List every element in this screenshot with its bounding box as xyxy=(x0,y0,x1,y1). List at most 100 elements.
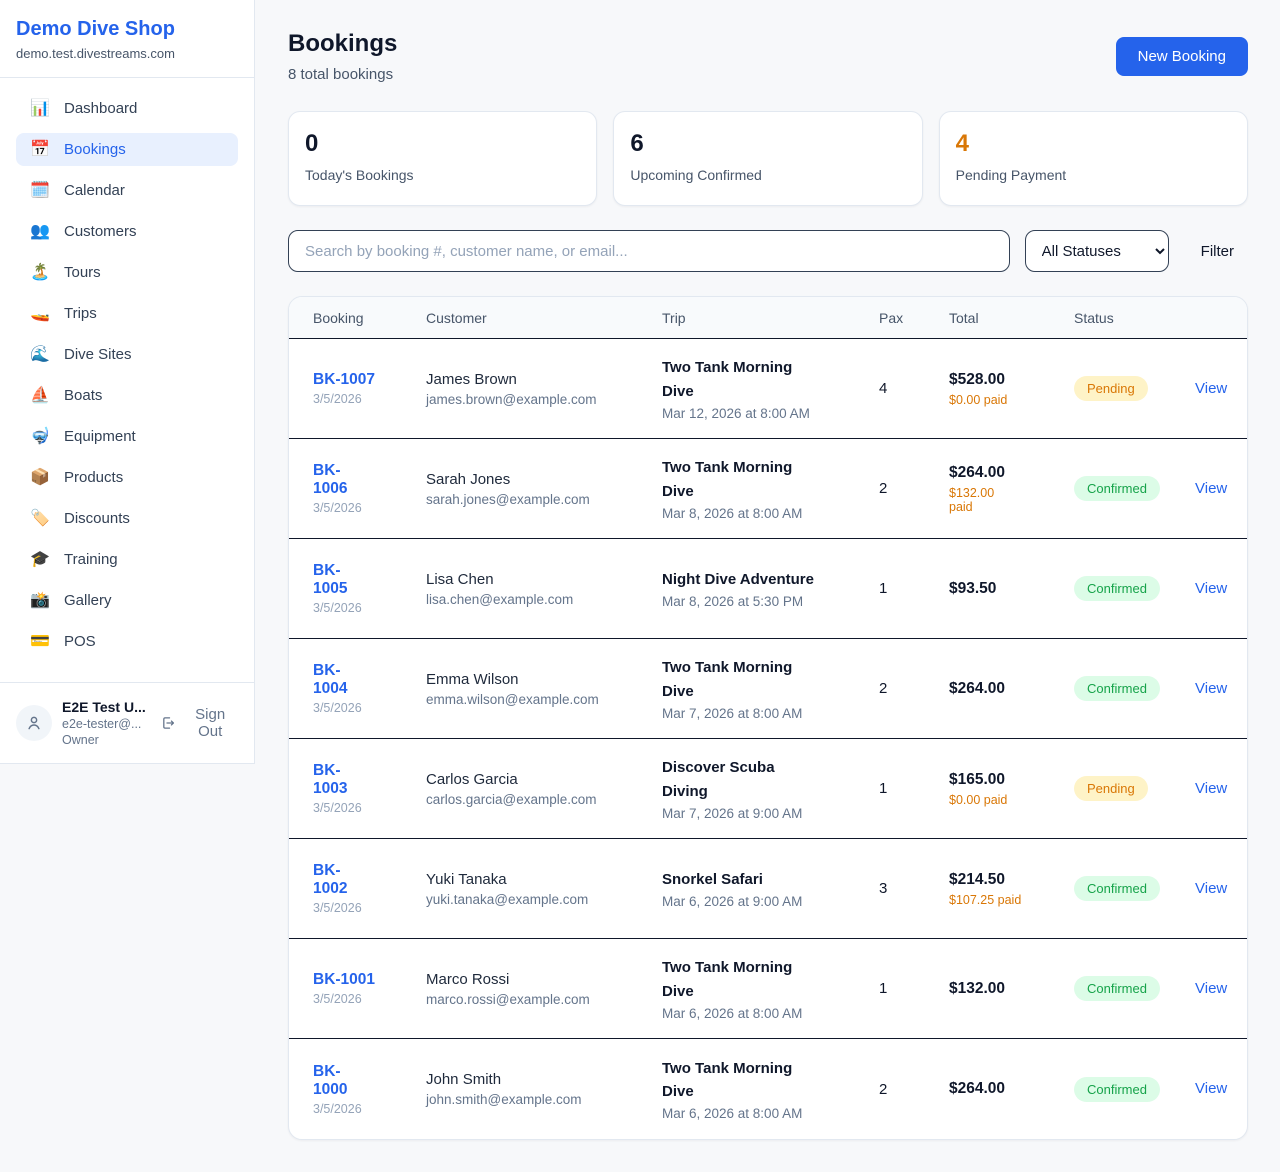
user-email: e2e-tester@... xyxy=(62,717,150,731)
app: Demo Dive Shop demo.test.divestreams.com… xyxy=(0,0,1280,1172)
view-link[interactable]: View xyxy=(1195,680,1227,697)
filter-button[interactable]: Filter xyxy=(1187,235,1248,268)
sidebar-item-training[interactable]: 🎓 Training xyxy=(16,543,238,576)
status-badge: Confirmed xyxy=(1074,576,1160,601)
pax-count: 1 xyxy=(879,580,949,597)
training-icon: 🎓 xyxy=(30,552,50,568)
sidebar-item-label: Customers xyxy=(64,223,137,240)
sign-out-button[interactable]: Sign Out xyxy=(160,706,238,740)
customer-name: Yuki Tanaka xyxy=(426,871,648,888)
customer-name: John Smith xyxy=(426,1071,648,1088)
paid-amount: $0.00 paid xyxy=(949,793,1060,807)
table-row: BK- 1006 3/5/2026 Sarah Jones sarah.jone… xyxy=(289,439,1247,539)
stat-label: Pending Payment xyxy=(956,167,1231,183)
booking-id-link[interactable]: BK- 1005 xyxy=(313,562,347,598)
booking-date: 3/5/2026 xyxy=(313,801,412,815)
booking-date: 3/5/2026 xyxy=(313,701,412,715)
booking-id-link[interactable]: BK-1001 xyxy=(313,971,375,989)
user-section: E2E Test U... e2e-tester@... Owner Sign … xyxy=(0,682,254,763)
sidebar-item-customers[interactable]: 👥 Customers xyxy=(16,215,238,248)
sidebar-item-products[interactable]: 📦 Products xyxy=(16,461,238,494)
table-row: BK-1007 3/5/2026 James Brown james.brown… xyxy=(289,339,1247,439)
trip-datetime: Mar 6, 2026 at 9:00 AM xyxy=(662,894,865,909)
status-badge: Confirmed xyxy=(1074,976,1160,1001)
tours-icon: 🏝️ xyxy=(30,265,50,281)
view-link[interactable]: View xyxy=(1195,1080,1227,1097)
bookings-table: Booking Customer Trip Pax Total Status B… xyxy=(288,296,1248,1140)
booking-id-link[interactable]: BK- 1000 xyxy=(313,1063,347,1099)
total-amount: $528.00 xyxy=(949,371,1060,389)
table-row: BK- 1004 3/5/2026 Emma Wilson emma.wilso… xyxy=(289,639,1247,739)
customer-email: james.brown@example.com xyxy=(426,392,648,407)
booking-date: 3/5/2026 xyxy=(313,392,412,406)
column-header-total: Total xyxy=(949,310,1074,326)
booking-date: 3/5/2026 xyxy=(313,601,412,615)
sidebar-item-tours[interactable]: 🏝️ Tours xyxy=(16,256,238,289)
booking-id-link[interactable]: BK- 1003 xyxy=(313,762,347,798)
trip-name: Two Tank Morning Dive xyxy=(662,456,865,503)
pax-count: 3 xyxy=(879,880,949,897)
sidebar-item-equipment[interactable]: 🤿 Equipment xyxy=(16,420,238,453)
trip-name: Discover Scuba Diving xyxy=(662,756,865,803)
sidebar-item-dashboard[interactable]: 📊 Dashboard xyxy=(16,92,238,125)
sidebar-item-discounts[interactable]: 🏷️ Discounts xyxy=(16,502,238,535)
customer-name: Carlos Garcia xyxy=(426,771,648,788)
total-amount: $93.50 xyxy=(949,580,1060,598)
total-amount: $264.00 xyxy=(949,680,1060,698)
new-booking-button[interactable]: New Booking xyxy=(1116,37,1248,76)
trip-datetime: Mar 7, 2026 at 8:00 AM xyxy=(662,706,865,721)
customer-email: marco.rossi@example.com xyxy=(426,992,648,1007)
booking-id-link[interactable]: BK- 1002 xyxy=(313,862,347,898)
sidebar-item-pos[interactable]: 💳 POS xyxy=(16,625,238,658)
sidebar-item-label: Trips xyxy=(64,305,97,322)
customer-name: James Brown xyxy=(426,371,648,388)
trip-datetime: Mar 7, 2026 at 9:00 AM xyxy=(662,806,865,821)
booking-id-link[interactable]: BK- 1006 xyxy=(313,462,347,498)
sidebar-item-label: Equipment xyxy=(64,428,136,445)
pax-count: 2 xyxy=(879,680,949,697)
sidebar-item-gallery[interactable]: 📸 Gallery xyxy=(16,584,238,617)
trip-name: Two Tank Morning Dive xyxy=(662,356,865,403)
status-badge: Pending xyxy=(1074,376,1148,401)
trip-name: Two Tank Morning Dive xyxy=(662,656,865,703)
pax-count: 2 xyxy=(879,480,949,497)
view-link[interactable]: View xyxy=(1195,780,1227,797)
sidebar-item-label: Tours xyxy=(64,264,101,281)
paid-amount: $132.00 paid xyxy=(949,486,1060,514)
view-link[interactable]: View xyxy=(1195,580,1227,597)
dashboard-icon: 📊 xyxy=(30,101,50,117)
trip-datetime: Mar 12, 2026 at 8:00 AM xyxy=(662,406,865,421)
customers-icon: 👥 xyxy=(30,224,50,240)
sidebar-item-boats[interactable]: ⛵ Boats xyxy=(16,379,238,412)
stats-row: 0 Today's Bookings 6 Upcoming Confirmed … xyxy=(288,111,1248,206)
sign-out-label: Sign Out xyxy=(182,706,238,740)
sidebar-item-label: Dive Sites xyxy=(64,346,132,363)
total-amount: $264.00 xyxy=(949,1080,1060,1098)
customer-email: yuki.tanaka@example.com xyxy=(426,892,648,907)
view-link[interactable]: View xyxy=(1195,980,1227,997)
sidebar-item-bookings[interactable]: 📅 Bookings xyxy=(16,133,238,166)
pax-count: 4 xyxy=(879,380,949,397)
trip-name: Night Dive Adventure xyxy=(662,568,865,591)
sidebar-item-label: Discounts xyxy=(64,510,130,527)
table-row: BK- 1000 3/5/2026 John Smith john.smith@… xyxy=(289,1039,1247,1139)
stat-value: 4 xyxy=(956,130,1231,158)
column-header-trip: Trip xyxy=(662,310,879,326)
sidebar-item-calendar[interactable]: 🗓️ Calendar xyxy=(16,174,238,207)
trips-icon: 🚤 xyxy=(30,306,50,322)
sidebar-item-trips[interactable]: 🚤 Trips xyxy=(16,297,238,330)
sidebar-item-label: Products xyxy=(64,469,123,486)
customer-email: carlos.garcia@example.com xyxy=(426,792,648,807)
view-link[interactable]: View xyxy=(1195,880,1227,897)
view-link[interactable]: View xyxy=(1195,480,1227,497)
search-input[interactable] xyxy=(288,230,1010,272)
view-link[interactable]: View xyxy=(1195,380,1227,397)
stat-value: 6 xyxy=(630,130,905,158)
status-filter-select[interactable]: All Statuses xyxy=(1025,230,1169,272)
booking-date: 3/5/2026 xyxy=(313,501,412,515)
booking-id-link[interactable]: BK-1007 xyxy=(313,371,375,389)
sign-out-icon xyxy=(160,715,175,731)
sidebar-item-dive-sites[interactable]: 🌊 Dive Sites xyxy=(16,338,238,371)
booking-id-link[interactable]: BK- 1004 xyxy=(313,662,347,698)
table-header: Booking Customer Trip Pax Total Status xyxy=(289,297,1247,339)
